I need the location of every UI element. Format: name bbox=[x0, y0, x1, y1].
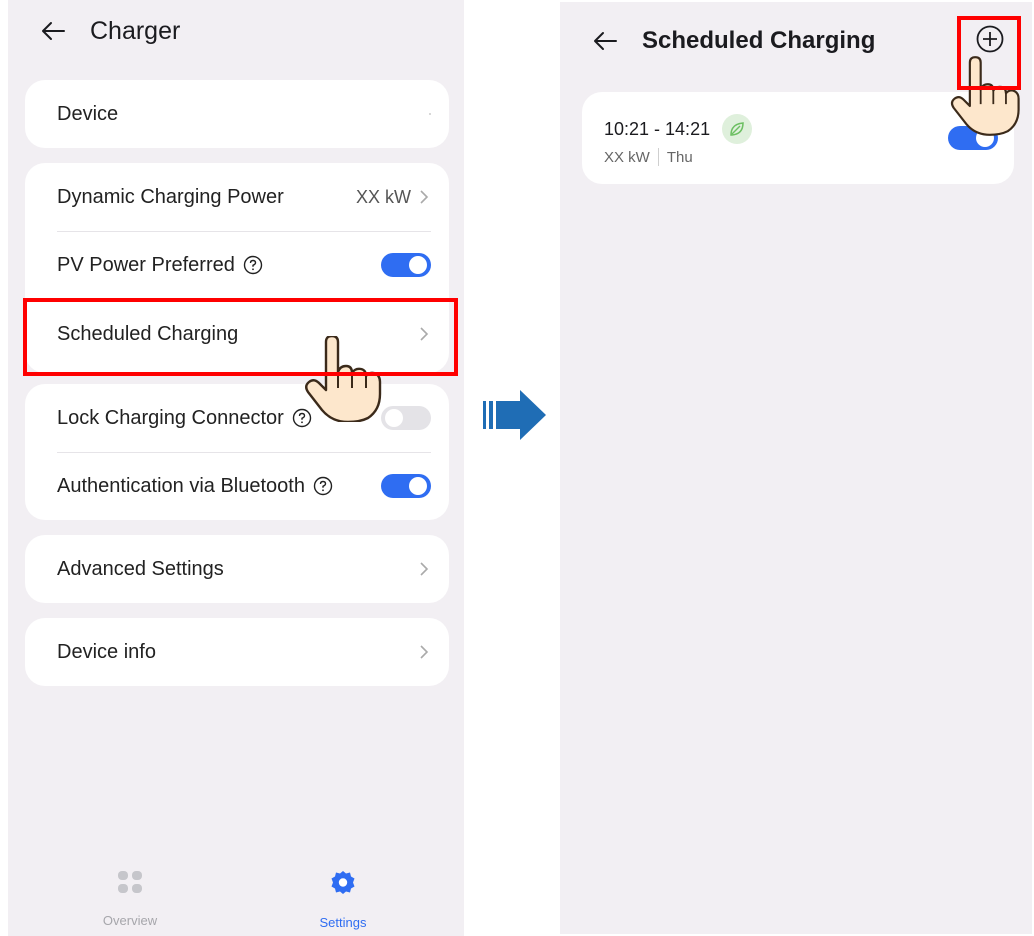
lock-charging-connector-toggle[interactable] bbox=[381, 406, 431, 430]
schedule-power: XX kW bbox=[604, 148, 650, 166]
chevron-right-icon bbox=[417, 187, 431, 207]
pv-power-preferred-toggle[interactable] bbox=[381, 253, 431, 277]
device-info-card: Device info bbox=[25, 618, 449, 686]
device-row[interactable]: Device bbox=[25, 80, 449, 148]
schedule-days: Thu bbox=[666, 148, 693, 166]
lock-charging-connector-label: Lock Charging Connector bbox=[57, 406, 284, 429]
chevron-right-icon bbox=[417, 324, 431, 344]
hand-pointer-icon bbox=[950, 56, 1024, 141]
tab-settings[interactable]: Settings bbox=[283, 870, 403, 930]
dynamic-charging-power-value: XX kW bbox=[355, 186, 411, 207]
transition-arrow-icon bbox=[480, 390, 550, 440]
chevron-right-icon bbox=[417, 642, 431, 662]
add-schedule-plus-icon[interactable] bbox=[975, 24, 1005, 59]
bottom-tab-bar: Overview Settings bbox=[8, 848, 464, 936]
device-info-row[interactable]: Device info bbox=[25, 618, 449, 686]
advanced-settings-label: Advanced Settings bbox=[57, 557, 224, 580]
charger-header: Charger bbox=[38, 16, 180, 46]
authentication-bluetooth-label: Authentication via Bluetooth bbox=[57, 474, 305, 497]
chevron-icon bbox=[429, 113, 431, 115]
scheduled-charging-header: Scheduled Charging bbox=[590, 26, 875, 56]
tab-overview[interactable]: Overview bbox=[70, 870, 190, 928]
scheduled-charging-label: Scheduled Charging bbox=[57, 322, 239, 345]
device-info-label: Device info bbox=[57, 640, 156, 663]
device-label: Device bbox=[57, 102, 119, 125]
divider bbox=[657, 148, 659, 166]
help-icon[interactable] bbox=[313, 476, 333, 496]
schedule-time: 10:21 - 14:21 bbox=[604, 114, 753, 144]
tab-overview-label: Overview bbox=[102, 913, 158, 928]
hand-pointer-icon bbox=[304, 334, 386, 427]
authentication-bluetooth-row: Authentication via Bluetooth bbox=[25, 452, 449, 520]
device-card: Device bbox=[25, 80, 449, 148]
page-title: Scheduled Charging bbox=[642, 27, 876, 54]
schedule-time-range: 10:21 - 14:21 bbox=[604, 118, 711, 139]
scheduled-charging-screen: Scheduled Charging 10:21 - 14:21 XX kW T… bbox=[560, 2, 1032, 934]
chevron-right-icon bbox=[417, 559, 431, 579]
authentication-bluetooth-toggle[interactable] bbox=[381, 474, 431, 498]
pv-power-preferred-row: PV Power Preferred bbox=[25, 231, 449, 299]
page-title: Charger bbox=[90, 16, 181, 45]
dynamic-charging-power-label: Dynamic Charging Power bbox=[57, 185, 284, 208]
gear-icon bbox=[330, 870, 356, 901]
back-arrow-icon[interactable] bbox=[38, 16, 68, 46]
tab-settings-label: Settings bbox=[319, 915, 367, 930]
dynamic-charging-power-row[interactable]: Dynamic Charging Power XX kW bbox=[25, 163, 449, 231]
advanced-settings-card: Advanced Settings bbox=[25, 535, 449, 603]
pv-power-preferred-label: PV Power Preferred bbox=[57, 253, 235, 276]
back-arrow-icon[interactable] bbox=[590, 26, 620, 56]
charger-screen: Charger Device Dynamic Charging Power XX… bbox=[8, 0, 464, 936]
help-icon[interactable] bbox=[243, 255, 263, 275]
advanced-settings-row[interactable]: Advanced Settings bbox=[25, 535, 449, 603]
leaf-icon bbox=[722, 114, 753, 144]
grid-icon bbox=[117, 870, 143, 899]
